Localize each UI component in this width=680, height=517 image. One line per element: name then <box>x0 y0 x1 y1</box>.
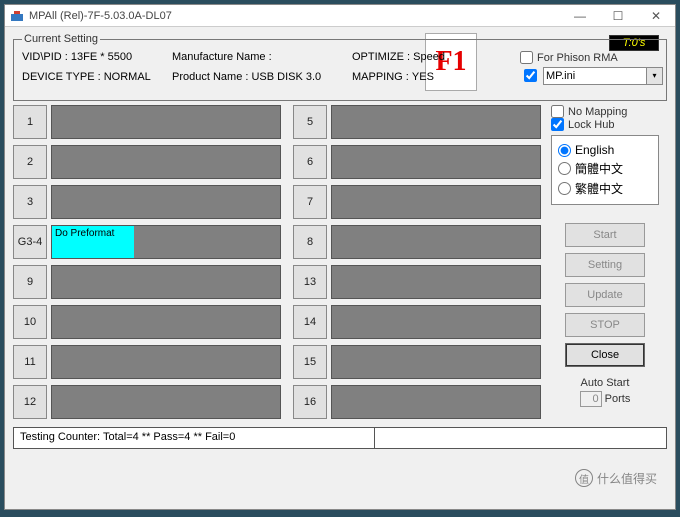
window-title: MPAll (Rel)-7F-5.03.0A-DL07 <box>29 10 561 22</box>
current-setting-group: Current Setting VID\PID : 13FE * 5500 DE… <box>13 33 667 101</box>
slot-box-10 <box>51 305 281 339</box>
slot-button-7[interactable]: 7 <box>293 185 327 219</box>
slot-button-11[interactable]: 11 <box>13 345 47 379</box>
auto-start-ports-input[interactable] <box>580 391 602 407</box>
lock-hub-checkbox[interactable]: Lock Hub <box>551 118 659 131</box>
close-button[interactable]: Close <box>565 343 645 367</box>
slot-button-G3-4[interactable]: G3-4 <box>13 225 47 259</box>
update-button[interactable]: Update <box>565 283 645 307</box>
slot-button-2[interactable]: 2 <box>13 145 47 179</box>
lang-simplified-radio[interactable]: 簡體中文 <box>558 160 652 177</box>
slot-button-3[interactable]: 3 <box>13 185 47 219</box>
slot-button-1[interactable]: 1 <box>13 105 47 139</box>
preformat-segment: Do Preformat <box>52 226 134 258</box>
minimize-button[interactable]: — <box>561 5 599 27</box>
slot-box-16 <box>331 385 541 419</box>
auto-start-group: Auto Start Ports <box>551 377 659 407</box>
lang-english-radio[interactable]: English <box>558 143 652 157</box>
status-bar: Testing Counter: Total=4 ** Pass=4 ** Fa… <box>13 427 667 449</box>
slot-box-5 <box>331 105 541 139</box>
slot-button-5[interactable]: 5 <box>293 105 327 139</box>
slot-box-2 <box>51 145 281 179</box>
slot-button-10[interactable]: 10 <box>13 305 47 339</box>
slot-button-9[interactable]: 9 <box>13 265 47 299</box>
close-window-button[interactable]: ✕ <box>637 5 675 27</box>
watermark: 值什么值得买 <box>575 469 657 487</box>
slot-box-9 <box>51 265 281 299</box>
slot-box-13 <box>331 265 541 299</box>
language-group: English 簡體中文 繁體中文 <box>551 135 659 205</box>
slot-box-8 <box>331 225 541 259</box>
testing-counter: Testing Counter: Total=4 ** Pass=4 ** Fa… <box>14 428 375 448</box>
current-setting-legend: Current Setting <box>22 33 100 45</box>
slot-box-15 <box>331 345 541 379</box>
slot-box-1 <box>51 105 281 139</box>
slot-box-7 <box>331 185 541 219</box>
slot-button-14[interactable]: 14 <box>293 305 327 339</box>
slot-box-14 <box>331 305 541 339</box>
slot-box-12 <box>51 385 281 419</box>
start-button[interactable]: Start <box>565 223 645 247</box>
slot-box-6 <box>331 145 541 179</box>
setting-button[interactable]: Setting <box>565 253 645 277</box>
no-mapping-checkbox[interactable]: No Mapping <box>551 105 659 118</box>
app-icon <box>9 8 25 24</box>
slot-button-16[interactable]: 16 <box>293 385 327 419</box>
slot-button-13[interactable]: 13 <box>293 265 327 299</box>
slot-button-15[interactable]: 15 <box>293 345 327 379</box>
lang-traditional-radio[interactable]: 繁體中文 <box>558 180 652 197</box>
slot-box-11 <box>51 345 281 379</box>
slot-box-3 <box>51 185 281 219</box>
maximize-button[interactable]: ☐ <box>599 5 637 27</box>
slot-box-G3-4: Do Preformat <box>51 225 281 259</box>
titlebar: MPAll (Rel)-7F-5.03.0A-DL07 — ☐ ✕ <box>5 5 675 27</box>
slot-button-6[interactable]: 6 <box>293 145 327 179</box>
slot-button-12[interactable]: 12 <box>13 385 47 419</box>
slot-button-8[interactable]: 8 <box>293 225 327 259</box>
stop-button[interactable]: STOP <box>565 313 645 337</box>
